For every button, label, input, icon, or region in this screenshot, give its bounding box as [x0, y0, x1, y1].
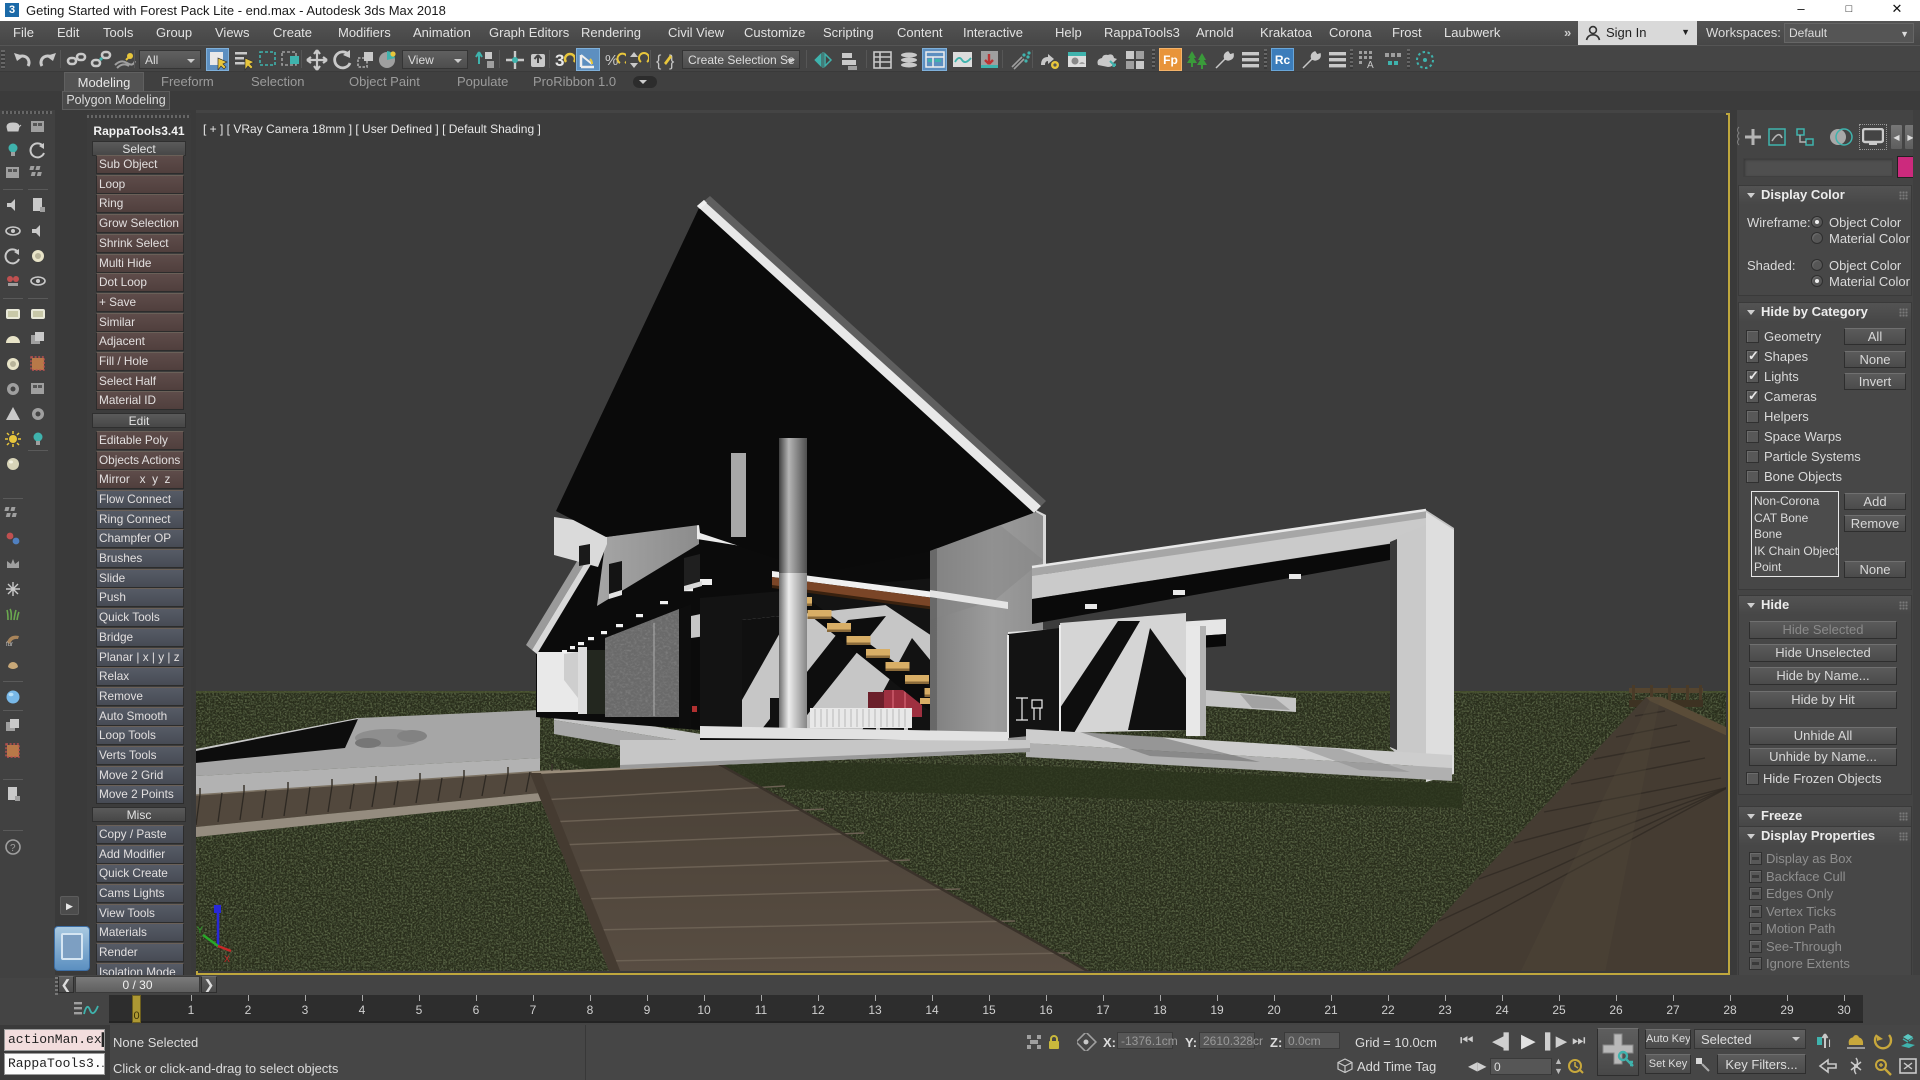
svg-text:?: ?	[10, 843, 16, 854]
svg-text:fur: fur	[6, 642, 13, 648]
svg-text:I: I	[1828, 1038, 1831, 1050]
svg-text:%: %	[605, 52, 618, 69]
svg-text:3: 3	[555, 51, 564, 70]
svg-text:X: X	[224, 954, 230, 964]
svg-text:{: {	[656, 53, 662, 70]
svg-text:A: A	[1367, 60, 1374, 71]
svg-text:Y: Y	[197, 925, 203, 935]
